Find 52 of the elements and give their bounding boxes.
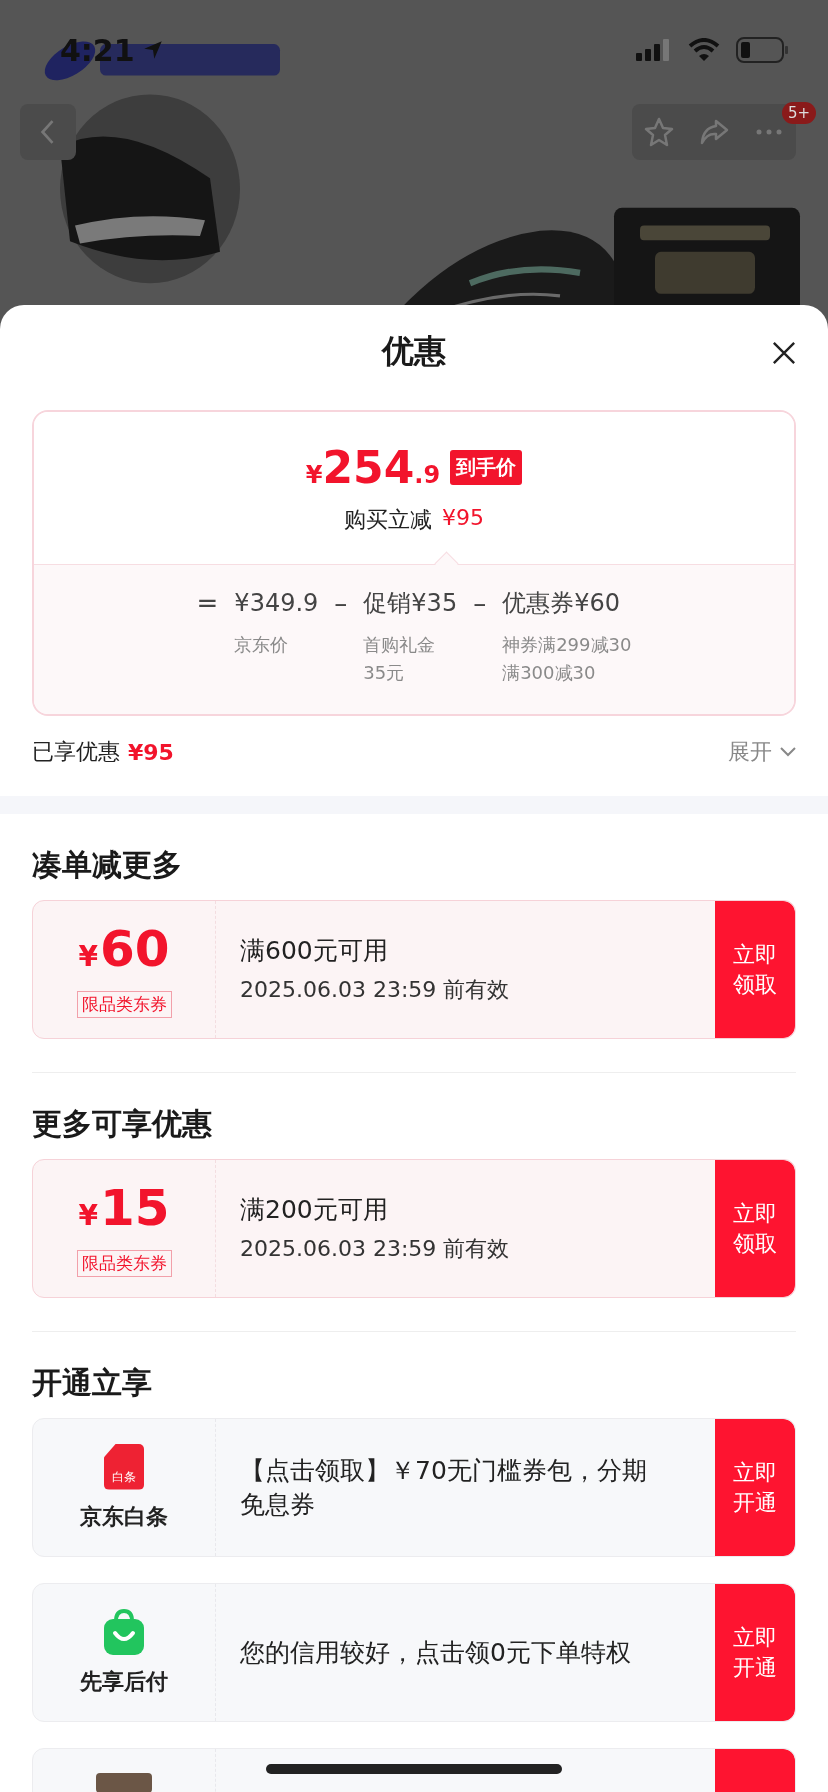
shopping-bag-icon bbox=[102, 1608, 146, 1655]
service-description: 您的信用较好，点击领0元下单特权 bbox=[240, 1636, 632, 1669]
star-icon[interactable] bbox=[644, 117, 675, 147]
document-icon: 白条 bbox=[104, 1443, 144, 1490]
wifi-icon bbox=[688, 38, 720, 62]
instant-discount-amount: ¥95 bbox=[442, 504, 484, 532]
price-component: 优惠券¥60 bbox=[502, 588, 621, 619]
coupon-amount: ¥60 bbox=[78, 921, 170, 980]
coupon-condition: 满600元可用 bbox=[240, 935, 389, 967]
savings-label: 已享优惠 bbox=[32, 738, 120, 766]
service-description: 【点击领取】￥70无门槛券包，分期免息券 bbox=[240, 1454, 648, 1521]
close-icon[interactable] bbox=[772, 341, 796, 365]
operator: – bbox=[334, 587, 348, 619]
price-tag: 到手价 bbox=[450, 449, 523, 485]
coupon-condition: 满200元可用 bbox=[240, 1194, 389, 1226]
location-arrow-icon bbox=[142, 40, 163, 60]
coupon-tag: 限品类东券 bbox=[76, 1250, 172, 1277]
battery-icon bbox=[736, 37, 788, 63]
coupon-tag: 限品类东券 bbox=[76, 991, 172, 1018]
price-component: ¥349.9 bbox=[234, 588, 319, 619]
expand-button[interactable]: 展开 bbox=[728, 737, 796, 767]
operator: = bbox=[196, 587, 219, 619]
section-title: 更多可享优惠 bbox=[32, 1105, 213, 1143]
coupon-validity: 2025.06.03 23:59 前有效 bbox=[240, 1235, 511, 1263]
price-note: 满300减30 bbox=[502, 661, 597, 685]
price-note: 京东价 bbox=[234, 633, 290, 657]
notification-badge: 5+ bbox=[782, 102, 817, 124]
final-price: ¥254.9 bbox=[305, 441, 441, 493]
claim-button[interactable]: 立即领取 bbox=[715, 1160, 795, 1297]
status-time: 4:21 bbox=[60, 32, 135, 68]
price-note: 神券满299减30 bbox=[502, 633, 632, 657]
back-button[interactable] bbox=[20, 104, 76, 160]
share-icon[interactable] bbox=[699, 117, 729, 147]
coupon-validity: 2025.06.03 23:59 前有效 bbox=[240, 976, 511, 1004]
activate-button[interactable]: 立即开通 bbox=[715, 1584, 795, 1721]
instant-discount-label: 购买立减 bbox=[344, 505, 432, 534]
savings-amount: ¥95 bbox=[128, 739, 174, 765]
price-component: 促销¥35 bbox=[363, 588, 458, 619]
service-name: 先享后付 bbox=[80, 1667, 168, 1696]
section-title: 凑单减更多 bbox=[32, 846, 183, 884]
chevron-icon bbox=[780, 747, 796, 757]
coupon-amount: ¥15 bbox=[78, 1180, 170, 1239]
sheet-title: 优惠 bbox=[382, 330, 446, 372]
claim-button[interactable]: 立即领取 bbox=[715, 901, 795, 1038]
card-icon bbox=[96, 1773, 152, 1792]
signal-icon bbox=[636, 39, 672, 61]
price-note: 首购礼金 bbox=[363, 633, 437, 657]
section-title: 开通立享 bbox=[32, 1364, 153, 1402]
activate-button[interactable]: 立即开通 bbox=[715, 1419, 795, 1556]
price-note: 35元 bbox=[363, 661, 406, 685]
service-name: 京东白条 bbox=[80, 1502, 168, 1531]
operator: – bbox=[473, 587, 487, 619]
